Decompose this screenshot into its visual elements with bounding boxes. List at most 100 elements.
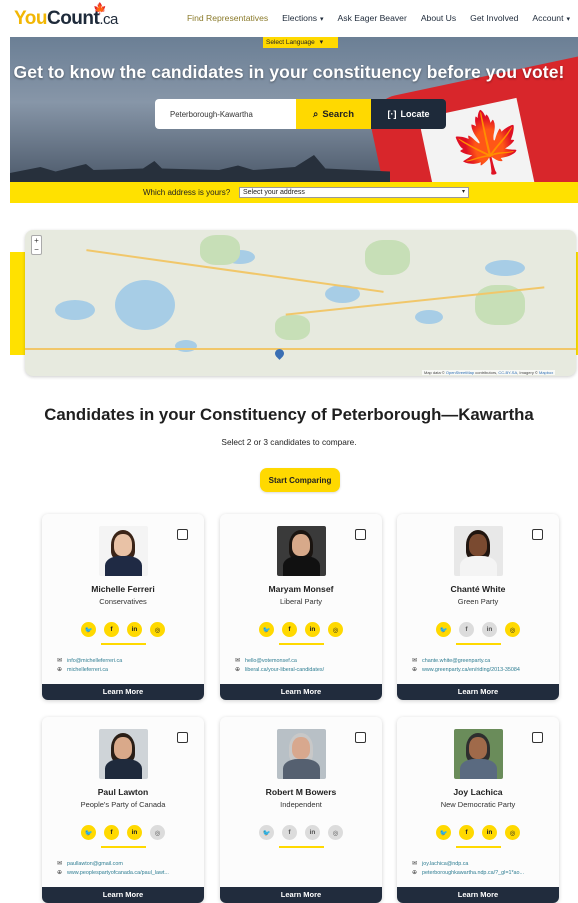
zoom-in-button[interactable]: + (32, 236, 41, 245)
twitter-icon[interactable]: 🐦 (81, 825, 96, 840)
locate-icon: [·] (387, 109, 397, 119)
twitter-icon[interactable]: 🐦 (259, 622, 274, 637)
map-zoom-control: + − (31, 235, 42, 255)
photo-body (105, 759, 142, 779)
learn-more-button[interactable]: Learn More (42, 887, 204, 903)
location-pin-icon[interactable] (275, 349, 284, 362)
nav-link-5[interactable]: Account ▾ (532, 13, 570, 23)
openstreetmap-link[interactable]: OpenStreetMap (446, 370, 474, 375)
linkedin-icon[interactable]: in (305, 622, 320, 637)
candidate-email-row: ✉ joy.lachica@ndp.ca (411, 860, 553, 868)
instagram-icon[interactable]: ◎ (328, 622, 343, 637)
constituency-search-input[interactable] (155, 99, 296, 129)
candidate-email-row: ✉ info@michelleferreri.ca (56, 657, 198, 665)
mapbox-link[interactable]: Mapbox (539, 370, 553, 375)
compare-checkbox[interactable] (177, 732, 188, 743)
facebook-icon[interactable]: f (104, 622, 119, 637)
search-button[interactable]: ⌕ Search (296, 99, 371, 129)
email-icon: ✉ (56, 861, 63, 867)
locate-button[interactable]: [·] Locate (371, 99, 446, 129)
twitter-icon[interactable]: 🐦 (436, 825, 451, 840)
compare-checkbox[interactable] (177, 529, 188, 540)
facebook-icon[interactable]: f (282, 825, 297, 840)
nav-link-1[interactable]: Elections ▾ (282, 13, 323, 23)
instagram-icon[interactable]: ◎ (505, 622, 520, 637)
candidate-photo (99, 729, 148, 779)
candidate-party: Green Party (457, 597, 499, 606)
instagram-icon[interactable]: ◎ (150, 622, 165, 637)
compare-checkbox[interactable] (355, 529, 366, 540)
globe-icon: ⊕ (56, 870, 63, 876)
nav-link-2[interactable]: Ask Eager Beaver (338, 13, 407, 23)
twitter-icon[interactable]: 🐦 (436, 622, 451, 637)
learn-more-button[interactable]: Learn More (42, 684, 204, 700)
nav-link-0[interactable]: Find Representatives (187, 13, 268, 23)
twitter-icon[interactable]: 🐦 (259, 825, 274, 840)
candidate-website[interactable]: liberal.ca/your-liberal-candidates/ (245, 667, 324, 673)
facebook-icon[interactable]: f (282, 622, 297, 637)
locate-button-label: Locate (400, 109, 430, 119)
nav-link-label: Account (532, 13, 564, 23)
address-select[interactable]: Select your address ▾ (239, 187, 469, 198)
facebook-icon[interactable]: f (104, 825, 119, 840)
candidate-party: Liberal Party (279, 597, 323, 606)
zoom-out-button[interactable]: − (32, 245, 41, 254)
twitter-icon[interactable]: 🐦 (81, 622, 96, 637)
instagram-icon[interactable]: ◎ (505, 825, 520, 840)
instagram-icon[interactable]: ◎ (150, 825, 165, 840)
candidate-card: Paul Lawton People's Party of Canada 🐦 f i… (42, 717, 204, 903)
divider (456, 846, 501, 848)
candidate-name: Paul Lawton (97, 787, 149, 797)
candidate-email[interactable]: paullawton@gmail.com (67, 861, 123, 867)
candidate-name: Joy Lachica (453, 787, 503, 797)
candidate-email[interactable]: hello@votemonsef.ca (245, 658, 297, 664)
chevron-down-icon: ▾ (566, 16, 570, 23)
nav-link-4[interactable]: Get Involved (470, 13, 518, 23)
divider (456, 643, 501, 645)
candidate-name: Chanté White (450, 584, 506, 594)
candidate-email[interactable]: info@michelleferreri.ca (67, 658, 122, 664)
cc-by-sa-link[interactable]: CC-BY-SA (498, 370, 517, 375)
linkedin-icon[interactable]: in (305, 825, 320, 840)
nav-link-label: Find Representatives (186, 13, 269, 23)
nav-links: Find Representatives Elections ▾ Ask Eager … (187, 13, 570, 23)
constituency-map[interactable] (25, 230, 576, 376)
site-logo[interactable]: YouCount.ca 🍁 (14, 3, 118, 30)
compare-checkbox[interactable] (532, 732, 543, 743)
candidate-photo (99, 526, 148, 576)
candidate-website[interactable]: www.greenparty.ca/en/riding/2013-35084 (422, 667, 520, 673)
attribution-prefix: Map data © (424, 370, 445, 375)
candidate-photo (277, 526, 326, 576)
search-icon: ⌕ (312, 108, 319, 120)
divider (101, 846, 146, 848)
candidate-website[interactable]: www.peoplespartyofcanada.ca/paul_lawt... (67, 870, 169, 876)
compare-checkbox[interactable] (355, 732, 366, 743)
search-button-label: Search (322, 108, 354, 120)
learn-more-button[interactable]: Learn More (220, 684, 382, 700)
candidate-website[interactable]: peterboroughkawartha.ndp.ca/?_gl=1*ao... (422, 870, 524, 876)
candidate-email[interactable]: joy.lachica@ndp.ca (422, 861, 468, 867)
globe-icon: ⊕ (411, 667, 418, 673)
social-links: 🐦 f in ◎ (259, 622, 343, 637)
facebook-icon[interactable]: f (459, 825, 474, 840)
nav-link-3[interactable]: About Us (421, 13, 456, 23)
candidate-website-row: ⊕ www.peoplespartyofcanada.ca/paul_lawt..… (56, 869, 198, 877)
learn-more-button[interactable]: Learn More (397, 684, 559, 700)
learn-more-button[interactable]: Learn More (220, 887, 382, 903)
instagram-icon[interactable]: ◎ (328, 825, 343, 840)
candidate-website[interactable]: michelleferreri.ca (67, 667, 108, 673)
email-icon: ✉ (234, 658, 241, 664)
facebook-icon[interactable]: f (459, 622, 474, 637)
candidate-card: Maryam Monsef Liberal Party 🐦 f in ◎ ✉ hello… (220, 514, 382, 700)
compare-checkbox[interactable] (532, 529, 543, 540)
language-select[interactable]: Select Language ▾ (263, 37, 338, 48)
linkedin-icon[interactable]: in (482, 825, 497, 840)
candidate-email-row: ✉ chante.white@greenparty.ca (411, 657, 553, 665)
linkedin-icon[interactable]: in (127, 622, 142, 637)
candidate-email[interactable]: chante.white@greenparty.ca (422, 658, 490, 664)
linkedin-icon[interactable]: in (482, 622, 497, 637)
social-links: 🐦 f in ◎ (81, 622, 165, 637)
linkedin-icon[interactable]: in (127, 825, 142, 840)
learn-more-button[interactable]: Learn More (397, 887, 559, 903)
start-comparing-button[interactable]: Start Comparing (260, 468, 340, 492)
